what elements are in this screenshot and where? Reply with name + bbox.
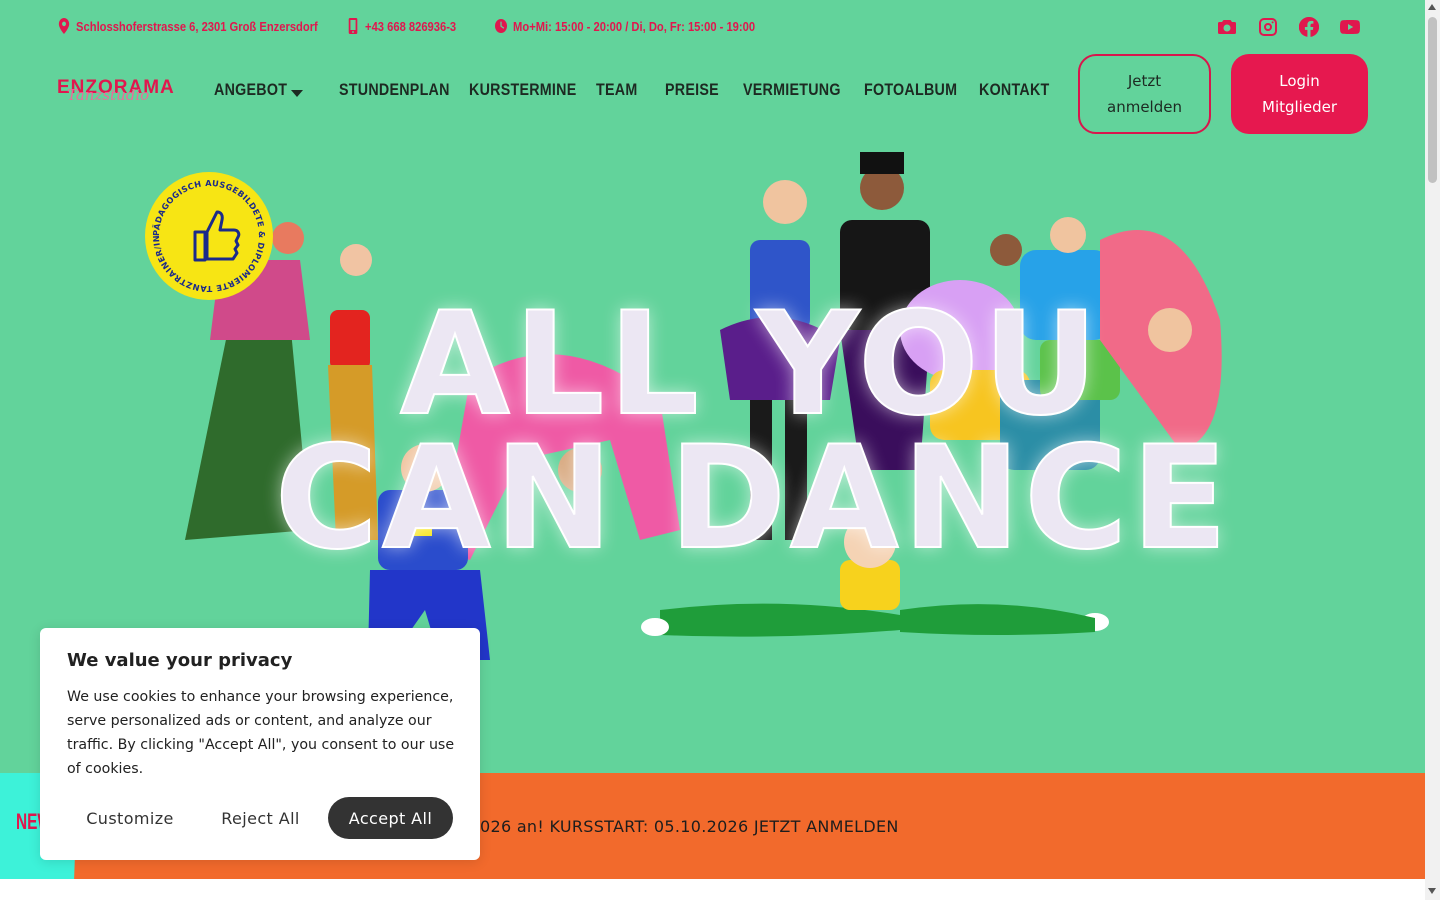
nav-item-angebot[interactable]: ANGEBOT: [214, 80, 287, 100]
cookie-consent-dialog: We value your privacy We use cookies to …: [40, 628, 480, 860]
page-bottom-strip: [0, 879, 1425, 900]
nav-item-kurstermine[interactable]: KURSTERMINE: [469, 80, 577, 100]
phone-text: +43 668 826936-3: [365, 18, 457, 34]
nav-item-vermietung[interactable]: VERMIETUNG: [743, 80, 841, 100]
top-info-bar: Schlosshoferstrasse 6, 2301 Groß Enzersd…: [0, 0, 1425, 54]
nav-item-kontakt[interactable]: KONTAKT: [979, 80, 1050, 100]
logo[interactable]: ENZORAMA Tanzstudio: [57, 77, 181, 107]
login-members-button[interactable]: Login Mitglieder: [1231, 54, 1368, 134]
scrollbar[interactable]: [1425, 0, 1440, 900]
scroll-up-arrow-icon[interactable]: [1428, 4, 1436, 10]
scroll-down-arrow-icon[interactable]: [1428, 888, 1436, 894]
address-text: Schlosshoferstrasse 6, 2301 Groß Enzersd…: [76, 18, 318, 34]
hero-headline-line2: CAN DANCE: [274, 415, 1232, 582]
accept-all-button[interactable]: Accept All: [328, 797, 453, 839]
trainers-badge: PÄDAGOGISCH AUSGEBILDETE & DIPLOMIERTE T…: [145, 172, 273, 300]
customize-button[interactable]: Customize: [67, 797, 193, 839]
nav-item-stundenplan[interactable]: STUNDENPLAN: [339, 80, 450, 100]
facebook-icon[interactable]: [1298, 16, 1320, 38]
youtube-icon[interactable]: [1339, 16, 1361, 38]
instagram-icon[interactable]: [1257, 16, 1279, 38]
login-button-label: Login Mitglieder: [1262, 72, 1337, 116]
thumbs-up-icon: PÄDAGOGISCH AUSGEBILDETE & DIPLOMIERTE T…: [145, 172, 267, 294]
chevron-down-icon[interactable]: [291, 90, 303, 97]
hours-text: Mo+Mi: 15:00 - 20:00 / Di, Do, Fr: 15:00…: [513, 18, 756, 34]
nav-item-team[interactable]: TEAM: [596, 80, 637, 100]
register-button[interactable]: Jetzt anmelden: [1078, 54, 1211, 134]
cookie-body: We use cookies to enhance your browsing …: [67, 689, 455, 777]
nav-item-fotoalbum[interactable]: FOTOALBUM: [864, 80, 957, 100]
clock-icon: [495, 19, 508, 33]
phone-icon: [348, 18, 358, 34]
reject-all-button[interactable]: Reject All: [203, 797, 318, 839]
cookie-title: We value your privacy: [67, 650, 293, 671]
scrollbar-thumb[interactable]: [1428, 17, 1437, 183]
address-info[interactable]: Schlosshoferstrasse 6, 2301 Groß Enzersd…: [58, 18, 318, 34]
hours-info: Mo+Mi: 15:00 - 20:00 / Di, Do, Fr: 15:00…: [495, 18, 755, 34]
location-pin-icon: [58, 18, 70, 34]
nav-item-preise[interactable]: PREISE: [665, 80, 719, 100]
phone-info[interactable]: +43 668 826936-3: [347, 18, 456, 34]
register-button-label: Jetzt anmelden: [1107, 72, 1182, 116]
news-text[interactable]: 026 an! KURSSTART: 05.10.2026 JETZT ANME…: [480, 817, 899, 836]
logo-subtitle: Tanzstudio: [67, 86, 150, 104]
camera-icon[interactable]: [1216, 16, 1238, 38]
